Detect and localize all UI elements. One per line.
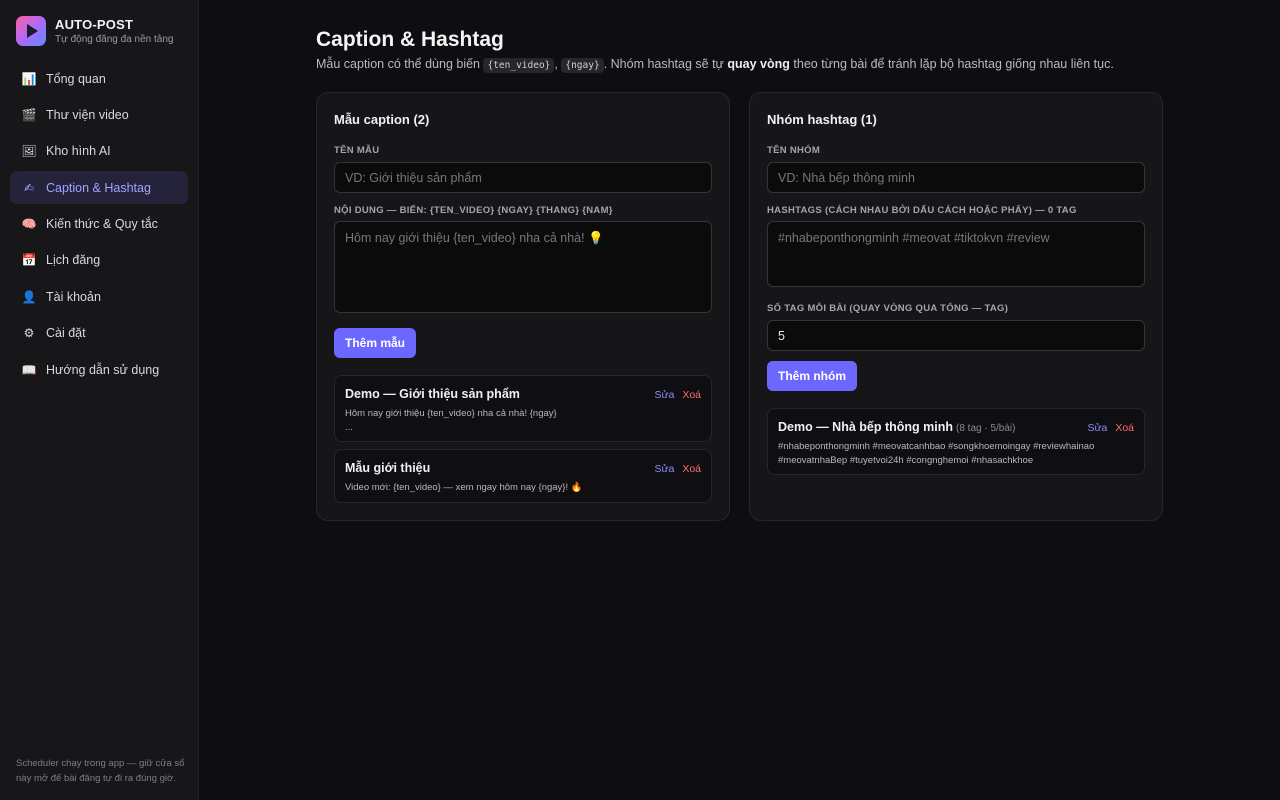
item-actions: Sửa Xoá — [1087, 422, 1134, 434]
sidebar-item-label: Kiến thức & Quy tắc — [46, 217, 158, 232]
brain-icon: 🧠 — [21, 217, 37, 232]
edit-button[interactable]: Sửa — [654, 463, 674, 475]
sidebar-item-overview[interactable]: 📊 Tổng quan — [10, 62, 188, 95]
hashtags-textarea[interactable] — [767, 221, 1145, 287]
card-title: Mẫu caption (2) — [334, 112, 430, 127]
sidebar-item-ai-images[interactable]: 🖼 Kho hình AI — [10, 135, 188, 168]
sidebar-item-label: Thư viện video — [46, 107, 129, 122]
hashtags-label: HASHTAGS (CÁCH NHAU BỞI DẤU CÁCH HOẶC PH… — [767, 205, 1077, 216]
edit-button[interactable]: Sửa — [1087, 422, 1107, 434]
sidebar-nav: 📊 Tổng quan 🎬 Thư viện video 🖼 Kho hình AI … — [10, 62, 188, 390]
add-template-button[interactable]: Thêm mẫu — [334, 328, 417, 358]
scheduler-note: Scheduler chạy trong app — giữ cửa sổ nà… — [16, 758, 185, 784]
calendar-icon: 📅 — [21, 253, 37, 268]
sidebar: AUTO-POST Tự động đăng đa nền tảng 📊 Tổng… — [0, 0, 199, 800]
group-title: Demo — Nhà bếp thông minh (8 tag · 5/bài) — [778, 420, 1015, 434]
sidebar-item-schedule[interactable]: 📅 Lịch đăng — [10, 244, 188, 277]
sidebar-item-video-library[interactable]: 🎬 Thư viện video — [10, 98, 188, 131]
play-logo-icon — [16, 16, 46, 46]
list-item: Mẫu giới thiệu Sửa Xoá Video mới: {ten_vi… — [334, 449, 712, 503]
group-name: Demo — Nhà bếp thông minh — [778, 420, 953, 434]
sidebar-item-label: Kho hình AI — [46, 144, 111, 159]
template-body: Hôm nay giới thiệu {ten_video} nha cả nh… — [345, 408, 557, 433]
tags-per-post-label: SỐ TAG MỖI BÀI (QUAY VÒNG QUA TỔNG — TAG… — [767, 303, 1009, 314]
page-title: Caption & Hashtag — [316, 28, 504, 51]
delete-button[interactable]: Xoá — [682, 463, 701, 475]
book-icon: 📖 — [21, 362, 37, 377]
sidebar-item-label: Tổng quan — [46, 71, 106, 86]
sidebar-item-caption-hashtag[interactable]: ✍ Caption & Hashtag — [10, 171, 188, 205]
picture-icon: 🖼 — [21, 144, 37, 159]
brand-title: AUTO-POST — [55, 17, 134, 32]
sidebar-item-settings[interactable]: ⚙ Cài đặt — [10, 317, 188, 350]
template-title: Demo — Giới thiệu sản phẩm — [345, 387, 520, 401]
variable-chip: {ten_video} — [483, 58, 555, 73]
desc-text: . Nhóm hashtag sẽ tự — [603, 57, 728, 71]
group-hashtags: #nhabeponthongminh #meovatcanhbao #songk… — [778, 441, 1095, 466]
user-icon: 👤 — [21, 289, 37, 304]
sidebar-item-accounts[interactable]: 👤 Tài khoản — [10, 280, 188, 313]
sidebar-item-label: Cài đặt — [46, 326, 86, 341]
template-name-label: TÊN MẪU — [334, 145, 380, 156]
clapperboard-icon: 🎬 — [21, 107, 37, 122]
caption-templates-card: Mẫu caption (2) TÊN MẪU NỘI DUNG — BIẾN:… — [316, 92, 730, 521]
brand: AUTO-POST Tự động đăng đa nền tảng — [16, 16, 173, 46]
desc-text: Mẫu caption có thể dùng biến — [316, 57, 484, 71]
variable-chip: {ngay} — [561, 58, 604, 73]
chart-icon: 📊 — [21, 71, 37, 86]
template-name-input[interactable] — [334, 162, 712, 193]
sidebar-item-label: Lịch đăng — [46, 253, 101, 268]
add-group-button[interactable]: Thêm nhóm — [767, 361, 857, 391]
delete-button[interactable]: Xoá — [682, 389, 701, 401]
group-meta: (8 tag · 5/bài) — [956, 423, 1016, 434]
tags-per-post-input[interactable] — [767, 320, 1145, 351]
item-actions: Sửa Xoá — [654, 463, 701, 475]
group-name-label: TÊN NHÓM — [767, 145, 821, 156]
gear-icon: ⚙ — [23, 326, 35, 341]
list-item: Demo — Nhà bếp thông minh (8 tag · 5/bài)… — [767, 408, 1145, 475]
card-title: Nhóm hashtag (1) — [767, 112, 877, 127]
item-actions: Sửa Xoá — [654, 389, 701, 401]
template-content-label: NỘI DUNG — BIẾN: {TEN_VIDEO} {NGAY} {THA… — [334, 205, 613, 216]
sidebar-item-label: Caption & Hashtag — [46, 180, 151, 195]
sidebar-item-label: Tài khoản — [46, 289, 101, 304]
list-item: Demo — Giới thiệu sản phẩm Sửa Xoá Hôm na… — [334, 375, 712, 442]
desc-emphasis: quay vòng — [727, 57, 790, 71]
brand-subtitle: Tự động đăng đa nền tảng — [55, 34, 174, 45]
sidebar-item-guide[interactable]: 📖 Hướng dẫn sử dụng — [10, 353, 188, 386]
template-content-textarea[interactable] — [334, 221, 712, 313]
template-body: Video mới: {ten_video} — xem ngay hôm na… — [345, 482, 583, 493]
delete-button[interactable]: Xoá — [1115, 422, 1134, 434]
page-description: Mẫu caption có thể dùng biến {ten_video}… — [316, 57, 1176, 73]
sidebar-item-knowledge-rules[interactable]: 🧠 Kiến thức & Quy tắc — [10, 208, 188, 241]
edit-button[interactable]: Sửa — [654, 389, 674, 401]
sidebar-item-label: Hướng dẫn sử dụng — [46, 362, 160, 377]
hashtag-groups-card: Nhóm hashtag (1) TÊN NHÓM HASHTAGS (CÁCH… — [749, 92, 1163, 521]
template-title: Mẫu giới thiệu — [345, 461, 431, 475]
desc-text: theo từng bài để tránh lặp bộ hashtag gi… — [789, 57, 1114, 71]
group-name-input[interactable] — [767, 162, 1145, 193]
writing-hand-icon: ✍ — [23, 180, 35, 195]
